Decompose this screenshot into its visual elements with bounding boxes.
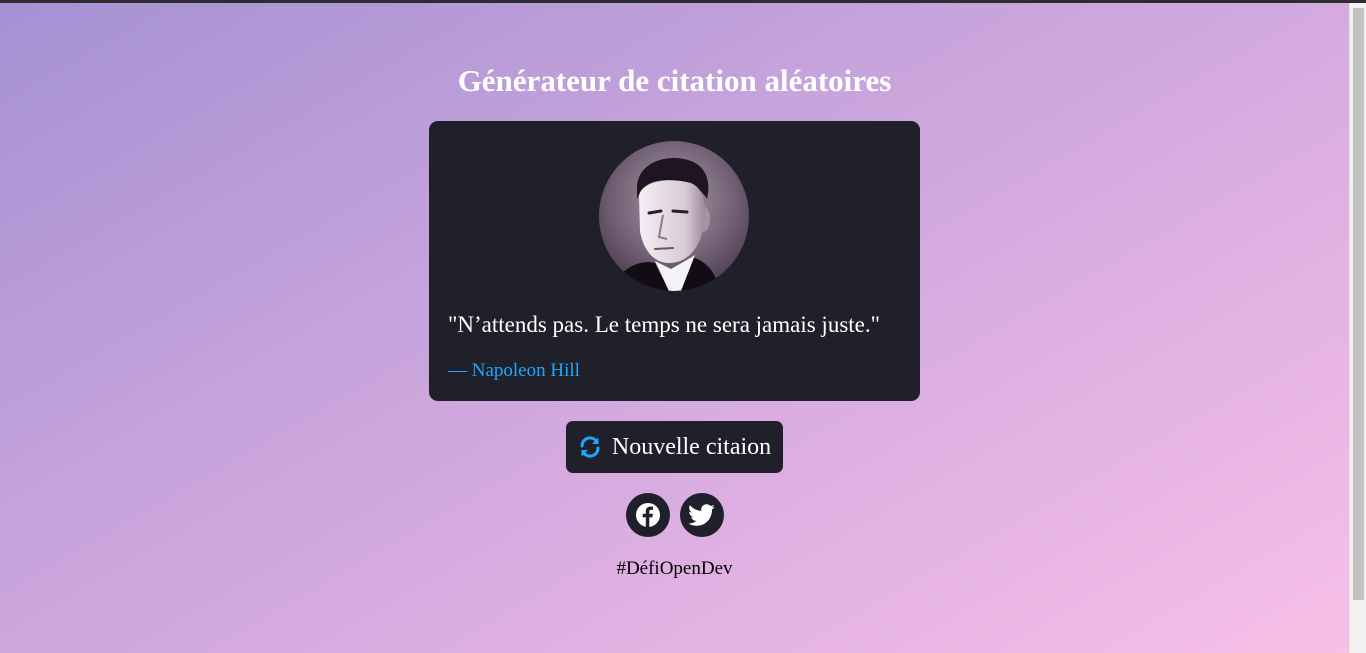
page-title: Générateur de citation aléatoires (457, 63, 892, 98)
quote-card: "N’attends pas. Le temps ne sera jamais … (429, 121, 920, 401)
facebook-icon (636, 503, 660, 527)
quote-text: "N’attends pas. Le temps ne sera jamais … (448, 312, 881, 337)
sync-icon (578, 435, 602, 459)
vertical-scrollbar[interactable] (1349, 3, 1366, 653)
hashtag: #DéfiOpenDev (616, 558, 733, 579)
window-top-border (0, 0, 1366, 3)
new-quote-button[interactable]: Nouvelle citaion (566, 421, 783, 473)
new-quote-label: Nouvelle citaion (611, 433, 772, 460)
quote-author: — Napoleon Hill (448, 360, 580, 381)
author-portrait-image (599, 141, 749, 291)
facebook-share-button[interactable] (626, 493, 670, 537)
scrollbar-thumb[interactable] (1353, 8, 1364, 600)
twitter-icon (689, 504, 715, 526)
twitter-share-button[interactable] (680, 493, 724, 537)
author-portrait (599, 141, 749, 291)
